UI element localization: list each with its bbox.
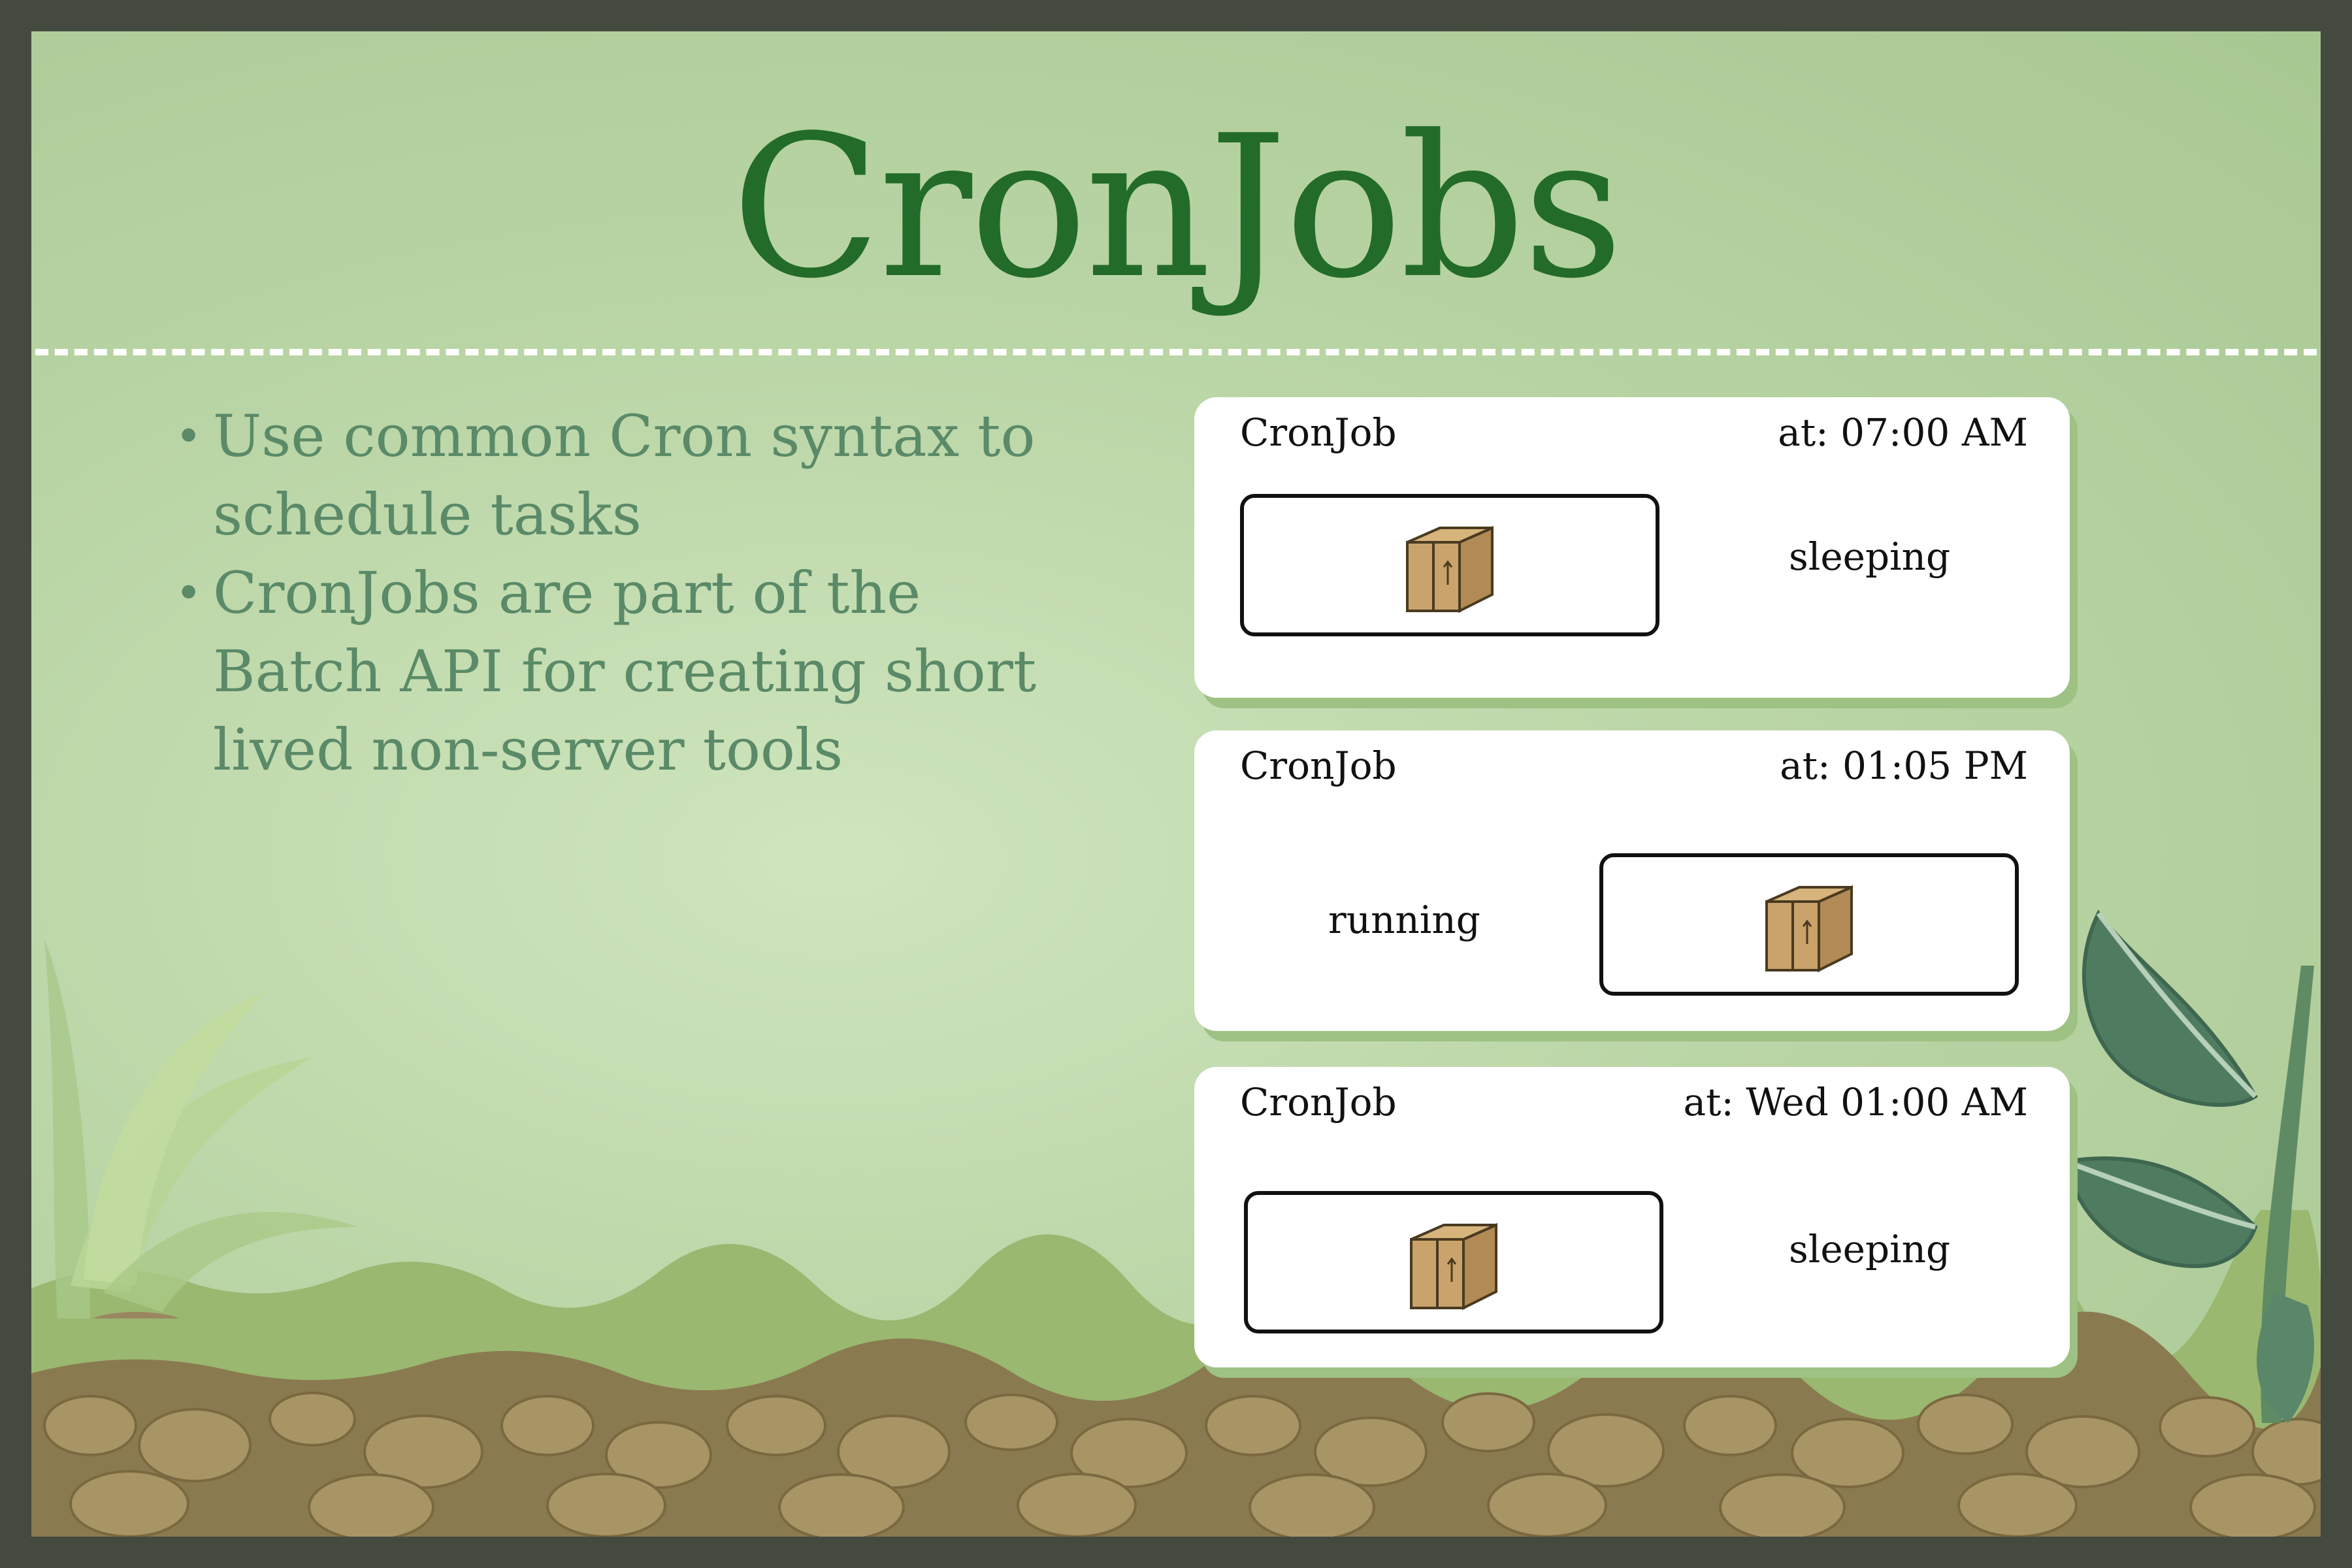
plant-right-decoration <box>2063 909 2314 1423</box>
package-icon <box>1410 1222 1497 1311</box>
slide: CronJobs • Use common Cron syntax to sch… <box>0 0 2352 1568</box>
job-container <box>1240 494 1659 636</box>
package-icon <box>1406 525 1494 613</box>
cronjob-card-3: CronJob at: Wed 01:00 AM sleeping <box>1194 1067 2070 1367</box>
package-icon <box>1765 885 1853 973</box>
bullet-dot: • <box>175 566 203 620</box>
job-container <box>1244 1191 1663 1333</box>
cronjob-card-2: CronJob at: 01:05 PM running <box>1194 730 2070 1031</box>
job-container <box>1599 853 2019 996</box>
card-time: at: 07:00 AM <box>1778 410 2028 455</box>
bullet-text: CronJobs are part of the Batch API for c… <box>213 559 1037 783</box>
card-title: CronJob <box>1240 743 1397 788</box>
card-status: sleeping <box>1789 1227 1951 1271</box>
card-title: CronJob <box>1240 410 1397 455</box>
bullet-list: • Use common Cron syntax to schedule tas… <box>162 397 1103 789</box>
bullet-text: Use common Cron syntax to schedule tasks <box>213 402 1036 548</box>
cronjob-card-1: CronJob at: 07:00 AM sleeping <box>1194 397 2070 698</box>
bullet-dot: • <box>175 410 203 463</box>
card-status: running <box>1328 898 1480 942</box>
card-time: at: 01:05 PM <box>1780 743 2028 788</box>
dashed-divider <box>31 349 2321 355</box>
bullet-item: • Use common Cron syntax to schedule tas… <box>162 397 1103 554</box>
card-title: CronJob <box>1240 1080 1397 1124</box>
card-time: at: Wed 01:00 AM <box>1683 1080 2029 1124</box>
card-status: sleeping <box>1789 534 1951 579</box>
slide-title: CronJobs <box>731 93 1624 321</box>
plant-left-decoration <box>44 939 358 1318</box>
bullet-item: • CronJobs are part of the Batch API for… <box>162 554 1103 789</box>
